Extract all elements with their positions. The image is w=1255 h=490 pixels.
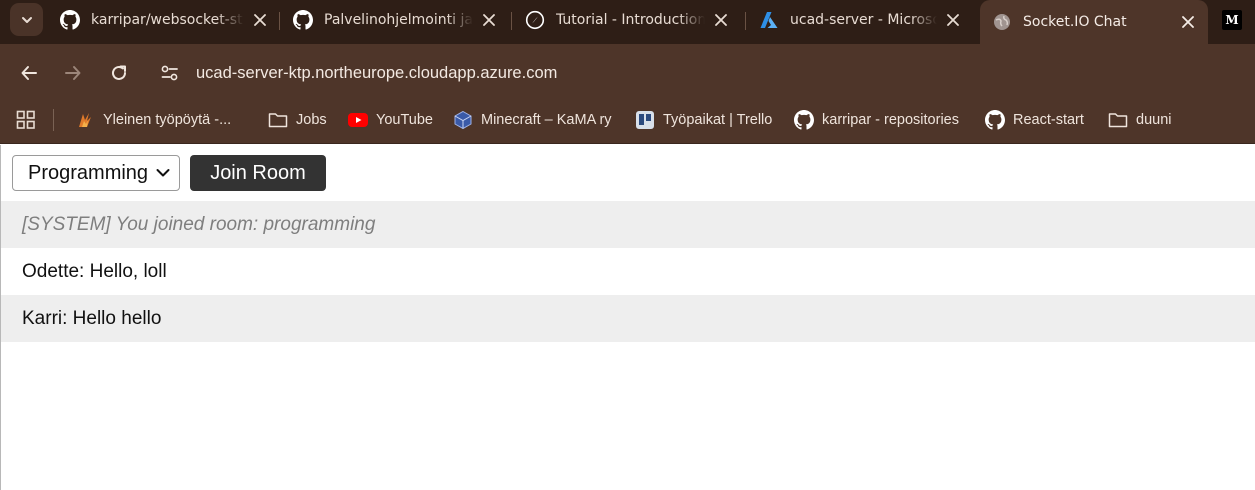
tab-separator xyxy=(279,12,280,30)
tab-palvelinohjelmointi[interactable]: Palvelinohjelmointi ja xyxy=(293,4,499,36)
github-icon xyxy=(794,110,814,130)
cube-icon xyxy=(453,110,473,130)
tab-separator xyxy=(745,12,746,30)
apps-grid-icon[interactable] xyxy=(16,110,36,130)
bookmark-label: React-start xyxy=(1013,112,1084,128)
tab-title: Socket.IO Chat xyxy=(1023,14,1127,30)
message-list: [SYSTEM] You joined room: programming Od… xyxy=(1,201,1255,342)
message-text: Odette: Hello, loll xyxy=(22,260,167,282)
close-icon[interactable] xyxy=(1178,12,1198,32)
tab-tutorial[interactable]: Tutorial - Introduction xyxy=(525,4,731,36)
bookmark-duuni[interactable]: duuni xyxy=(1108,106,1171,134)
reload-icon xyxy=(112,65,126,80)
bookmark-label: Työpaikat | Trello xyxy=(663,112,773,128)
globe-icon xyxy=(992,12,1012,32)
arrow-right-icon xyxy=(65,66,81,80)
close-icon[interactable] xyxy=(479,10,499,30)
azure-icon xyxy=(759,10,779,30)
bookmark-label: Yleinen työpöytä -... xyxy=(103,112,232,128)
room-select-value: Programming xyxy=(28,161,149,184)
join-room-button[interactable]: Join Room xyxy=(190,155,326,191)
chevron-down-icon xyxy=(21,16,32,23)
tab-search-button[interactable] xyxy=(10,3,43,36)
bookmark-label: karripar - repositories xyxy=(822,112,959,128)
bookmark-label: Jobs xyxy=(296,112,327,128)
medium-icon-letter: M xyxy=(1225,13,1239,27)
chat-page: Programming Join Room [SYSTEM] You joine… xyxy=(0,145,1255,490)
bookmark-label: duuni xyxy=(1136,112,1172,128)
tab-title: Tutorial - Introduction xyxy=(556,12,705,28)
folder-icon xyxy=(268,110,288,130)
folder-icon xyxy=(1108,110,1128,130)
bookmark-label: YouTube xyxy=(376,112,433,128)
bookmark-tyopaikat-trello[interactable]: Työpaikat | Trello xyxy=(635,106,772,134)
browser-toolbar: ucad-server-ktp.northeurope.cloudapp.azu… xyxy=(0,44,1255,102)
flame-icon xyxy=(75,110,95,130)
message-item: Karri: Hello hello xyxy=(1,295,1255,342)
tab-title: ucad-server - Microso xyxy=(790,12,937,28)
back-button[interactable] xyxy=(14,58,44,88)
tab-socketio-chat[interactable]: Socket.IO Chat xyxy=(980,0,1208,44)
bookmark-label: Minecraft – KaMA ry xyxy=(481,112,612,128)
bookmark-yleinen-tyopoyta[interactable]: Yleinen työpöytä -... xyxy=(75,106,231,134)
tab-ucad-server[interactable]: ucad-server - Microso xyxy=(759,4,963,36)
bookmark-react-start[interactable]: React-start xyxy=(985,106,1084,134)
bookmark-jobs[interactable]: Jobs xyxy=(268,106,327,134)
tab-title: Palvelinohjelmointi ja xyxy=(324,12,473,28)
bookmarks-bar: Yleinen työpöytä -... Jobs YouTube Minec… xyxy=(0,102,1255,144)
message-item: [SYSTEM] You joined room: programming xyxy=(1,201,1255,248)
tab-separator xyxy=(511,12,512,30)
message-item: Odette: Hello, loll xyxy=(1,248,1255,295)
address-bar[interactable]: ucad-server-ktp.northeurope.cloudapp.azu… xyxy=(150,53,1255,93)
tab-websocket[interactable]: karripar/websocket-st xyxy=(60,4,270,36)
arrow-left-icon xyxy=(21,66,37,80)
bookmark-karripar-repositories[interactable]: karripar - repositories xyxy=(794,106,959,134)
tab-strip: karripar/websocket-st Palvelinohjelmoint… xyxy=(0,0,1255,44)
compass-icon xyxy=(525,10,545,30)
medium-icon: M xyxy=(1222,10,1242,30)
message-text: [SYSTEM] You joined room: programming xyxy=(22,213,376,235)
close-icon[interactable] xyxy=(711,10,731,30)
bookmark-minecraft-kama[interactable]: Minecraft – KaMA ry xyxy=(453,106,612,134)
trello-icon xyxy=(635,110,655,130)
tab-medium[interactable]: M xyxy=(1222,4,1255,36)
tab-title: karripar/websocket-st xyxy=(91,12,243,28)
bookmark-youtube[interactable]: YouTube xyxy=(348,106,433,134)
reload-button[interactable] xyxy=(104,58,134,88)
room-select[interactable]: Programming xyxy=(12,155,180,191)
chevron-down-icon xyxy=(156,169,170,177)
url-text: ucad-server-ktp.northeurope.cloudapp.azu… xyxy=(196,63,558,82)
bookmark-divider xyxy=(53,109,54,131)
message-text: Karri: Hello hello xyxy=(22,307,162,329)
forward-button[interactable] xyxy=(58,58,88,88)
youtube-icon xyxy=(348,110,368,130)
github-icon xyxy=(985,110,1005,130)
github-icon xyxy=(293,10,313,30)
close-icon[interactable] xyxy=(943,10,963,30)
github-icon xyxy=(60,10,80,30)
close-icon[interactable] xyxy=(250,10,270,30)
site-info-icon[interactable] xyxy=(150,57,190,89)
